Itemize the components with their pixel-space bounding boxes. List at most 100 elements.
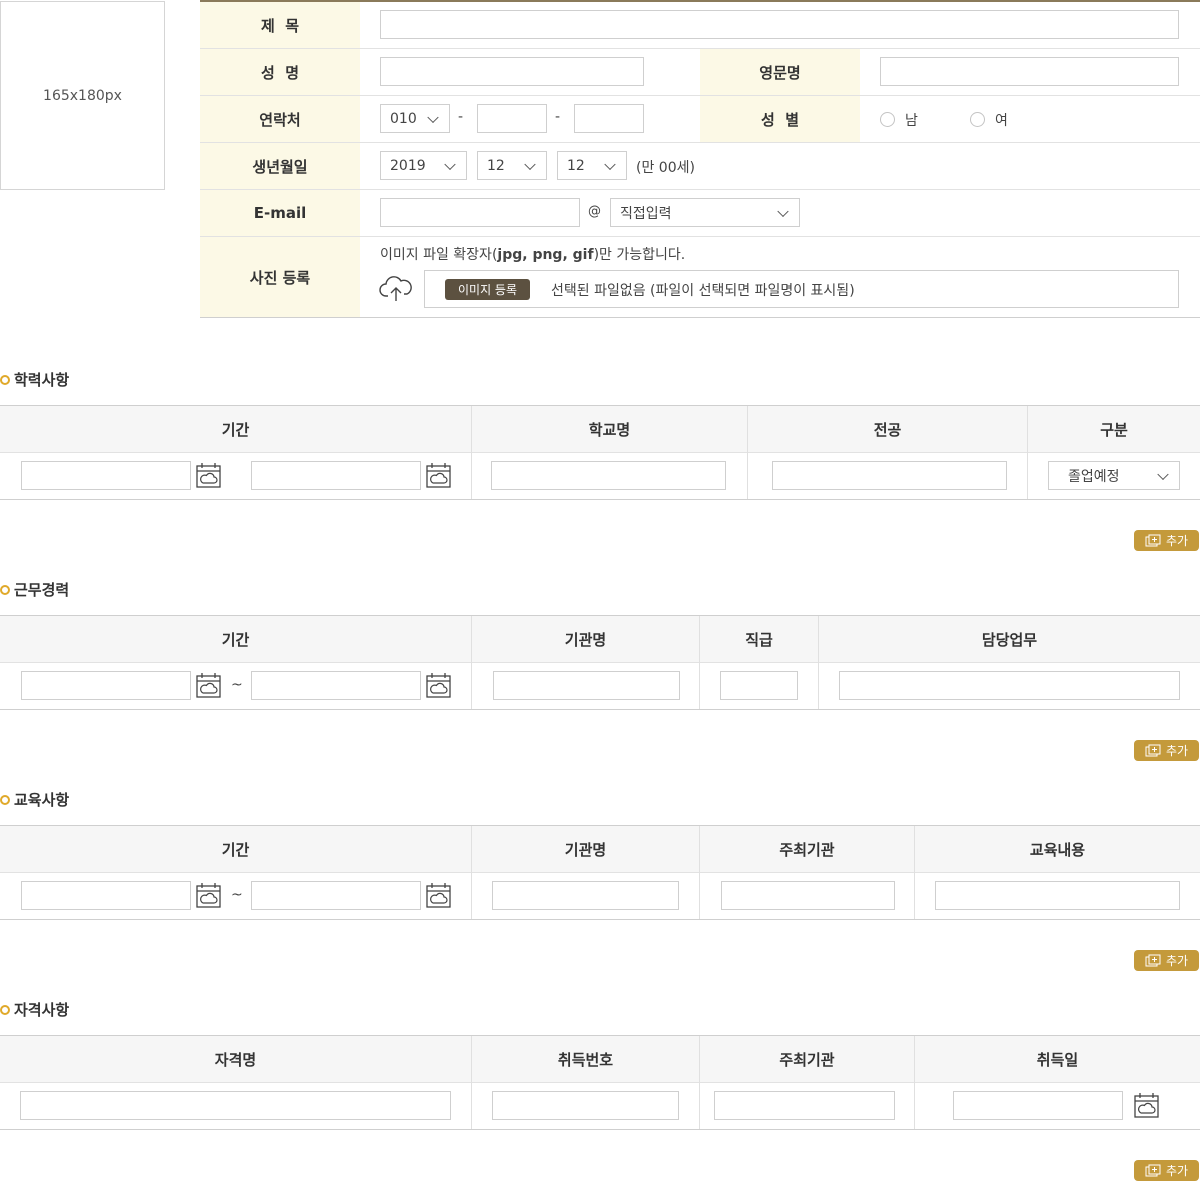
school-name-input[interactable]: [491, 461, 726, 490]
row-divider: [0, 872, 1200, 873]
calendar-icon[interactable]: [1134, 1092, 1159, 1118]
phone-dash: -: [458, 109, 464, 125]
career-duties-input[interactable]: [839, 671, 1180, 700]
license-name-input[interactable]: [20, 1091, 451, 1120]
row-divider: [200, 95, 1200, 96]
phone-middle-input[interactable]: [477, 104, 547, 133]
calendar-icon[interactable]: [196, 882, 221, 908]
period-tilde: ~: [231, 887, 243, 903]
training-content-input[interactable]: [935, 881, 1180, 910]
contact-label-cell: 연락처: [200, 96, 360, 142]
career-position-input[interactable]: [720, 671, 798, 700]
calendar-icon[interactable]: [426, 882, 451, 908]
chevron-down-icon: [604, 158, 616, 170]
chevron-down-icon: [1157, 468, 1169, 480]
career-add-label: 추가: [1165, 744, 1189, 758]
training-start-date-input[interactable]: [21, 881, 191, 910]
license-host-input[interactable]: [714, 1091, 895, 1120]
training-host-input[interactable]: [721, 881, 895, 910]
email-domain-select[interactable]: 직접입력: [610, 198, 800, 227]
education-add-button[interactable]: 추가: [1134, 530, 1199, 551]
training-header-period: 기간: [221, 840, 250, 859]
birth-year-select[interactable]: 2019: [380, 151, 467, 180]
education-header-period: 기간: [221, 420, 250, 439]
gender-label: 성 별: [760, 110, 800, 129]
gender-female-label: 여: [995, 113, 1008, 129]
training-add-button[interactable]: 추가: [1134, 950, 1199, 971]
phone-prefix-select[interactable]: 010: [380, 104, 450, 133]
name-input[interactable]: [380, 57, 644, 86]
license-number-input[interactable]: [492, 1091, 679, 1120]
add-icon: [1145, 954, 1161, 967]
career-header-period: 기간: [221, 630, 250, 649]
image-upload-button[interactable]: 이미지 등록: [445, 279, 530, 300]
calendar-icon[interactable]: [196, 672, 221, 698]
photo-notice-extensions: jpg, png, gif: [497, 247, 594, 263]
row-divider: [200, 236, 1200, 237]
training-title-text: 교육사항: [14, 791, 70, 809]
career-add-button[interactable]: 추가: [1134, 740, 1199, 761]
bullet-icon: [0, 1004, 10, 1015]
photo-placeholder: 165x180px: [0, 1, 165, 190]
phone-last-input[interactable]: [574, 104, 644, 133]
birth-month-select[interactable]: 12: [477, 151, 547, 180]
education-section-title: 학력사항: [0, 369, 69, 390]
license-header-number: 취득번호: [557, 1050, 614, 1069]
graduation-status-select[interactable]: 졸업예정: [1048, 461, 1180, 490]
career-section-title: 근무경력: [0, 579, 69, 600]
english-name-label-cell: 영문명: [700, 49, 860, 95]
email-at-sign: @: [588, 204, 601, 219]
name-label: 성 명: [260, 63, 300, 82]
table-bottom-border: [0, 919, 1200, 920]
education-header-school: 학교명: [588, 420, 631, 439]
career-header-organization: 기관명: [564, 630, 607, 649]
email-label-cell: E-mail: [200, 190, 360, 236]
table-bottom-border: [0, 1129, 1200, 1130]
major-input[interactable]: [772, 461, 1007, 490]
training-organization-input[interactable]: [492, 881, 679, 910]
calendar-icon[interactable]: [426, 672, 451, 698]
education-end-date-input[interactable]: [251, 461, 421, 490]
training-end-date-input[interactable]: [251, 881, 421, 910]
career-header-position: 직급: [745, 630, 773, 649]
title-label: 제 목: [260, 16, 300, 35]
license-add-button[interactable]: 추가: [1134, 1160, 1199, 1181]
gender-label-cell: 성 별: [700, 96, 860, 142]
career-start-date-input[interactable]: [21, 671, 191, 700]
license-title-text: 자격사항: [14, 1001, 70, 1019]
training-header-host: 주최기관: [779, 840, 835, 859]
birth-label: 생년월일: [252, 157, 308, 176]
bullet-icon: [0, 584, 10, 595]
column-divider: [699, 826, 700, 919]
photo-label-cell: 사진 등록: [200, 237, 360, 317]
career-organization-input[interactable]: [493, 671, 680, 700]
column-divider: [699, 616, 700, 709]
career-end-date-input[interactable]: [251, 671, 421, 700]
row-divider: [200, 48, 1200, 49]
training-section-title: 교육사항: [0, 789, 69, 810]
license-date-input[interactable]: [953, 1091, 1123, 1120]
career-title-text: 근무경력: [14, 581, 70, 599]
calendar-icon[interactable]: [196, 462, 221, 488]
gender-male-radio[interactable]: [880, 112, 895, 127]
bullet-icon: [0, 374, 10, 385]
period-tilde: ~: [231, 677, 243, 693]
add-icon: [1145, 1164, 1161, 1177]
row-divider: [200, 189, 1200, 190]
birth-day-select[interactable]: 12: [557, 151, 627, 180]
row-divider: [0, 452, 1200, 453]
column-divider: [747, 406, 748, 499]
email-id-input[interactable]: [380, 198, 580, 227]
column-divider: [471, 826, 472, 919]
title-input[interactable]: [380, 10, 1179, 39]
birth-year-value: 2019: [390, 157, 426, 174]
calendar-icon[interactable]: [426, 462, 451, 488]
chevron-down-icon: [777, 205, 789, 217]
training-add-label: 추가: [1165, 954, 1189, 968]
english-name-input[interactable]: [880, 57, 1179, 86]
education-start-date-input[interactable]: [21, 461, 191, 490]
chevron-down-icon: [444, 158, 456, 170]
license-header-date: 취득일: [1036, 1050, 1079, 1069]
phone-prefix-value: 010: [390, 110, 417, 127]
gender-female-radio[interactable]: [970, 112, 985, 127]
